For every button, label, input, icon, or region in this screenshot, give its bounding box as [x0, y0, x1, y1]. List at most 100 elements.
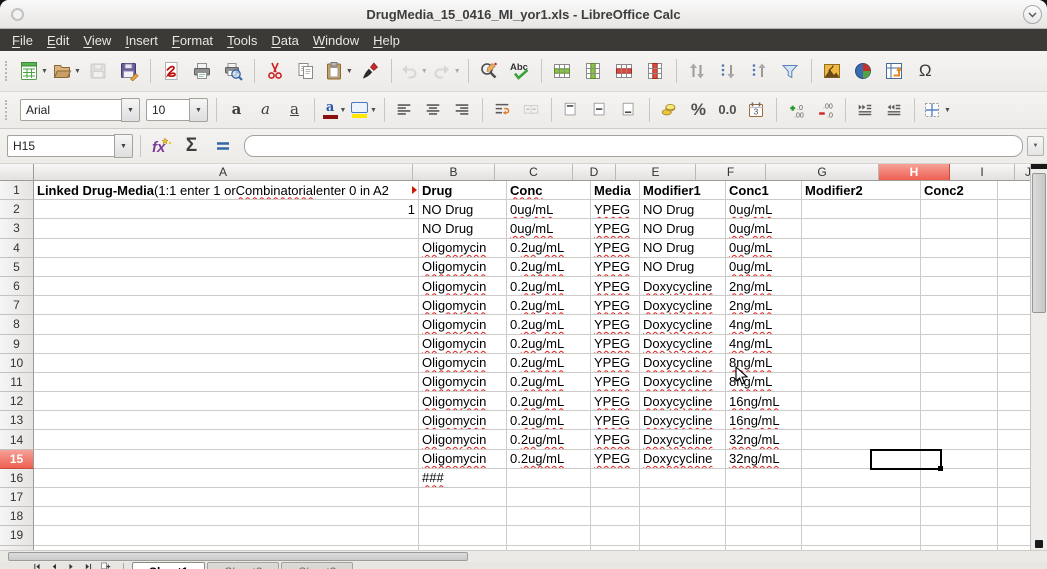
- cell-G7[interactable]: [802, 296, 921, 315]
- formula-input[interactable]: [244, 135, 1023, 157]
- cell-F5[interactable]: 0ug/mL: [726, 258, 802, 277]
- cell-G13[interactable]: [802, 411, 921, 430]
- cell-B4[interactable]: Oligomycin: [419, 239, 507, 258]
- cell-E6[interactable]: Doxycycline: [640, 277, 726, 296]
- cell-C8[interactable]: 0.2ug/mL: [507, 315, 591, 334]
- cell-H17[interactable]: [921, 488, 998, 507]
- next-sheet-button[interactable]: [64, 563, 81, 569]
- column-header-I[interactable]: I: [950, 164, 1015, 181]
- cell-I14[interactable]: [998, 430, 1030, 449]
- cell-F15[interactable]: 32ng/mL: [726, 450, 802, 469]
- cell-E11[interactable]: Doxycycline: [640, 373, 726, 392]
- cell-A11[interactable]: [34, 373, 419, 392]
- cell-F19[interactable]: [726, 526, 802, 545]
- name-box-input[interactable]: [7, 135, 114, 157]
- cell-A14[interactable]: [34, 430, 419, 449]
- increase-indent-button[interactable]: [851, 97, 880, 123]
- cell-F17[interactable]: [726, 488, 802, 507]
- cell-D18[interactable]: [591, 507, 640, 526]
- cell-C1[interactable]: Conc: [507, 181, 591, 200]
- row-header-8[interactable]: 8: [0, 315, 34, 334]
- cell-E1[interactable]: Modifier1: [640, 181, 726, 200]
- cell-A4[interactable]: [34, 239, 419, 258]
- cell-C2[interactable]: 0ug/mL: [507, 200, 591, 219]
- cell-F11[interactable]: 8ng/mL: [726, 373, 802, 392]
- cell-H4[interactable]: [921, 239, 998, 258]
- highlighting-color-button[interactable]: ▼: [349, 97, 379, 123]
- cell-H11[interactable]: [921, 373, 998, 392]
- cell-D11[interactable]: YPEG: [591, 373, 640, 392]
- cell-D13[interactable]: YPEG: [591, 411, 640, 430]
- cell-I9[interactable]: [998, 335, 1030, 354]
- center-vertically-button[interactable]: [586, 97, 615, 123]
- cell-I2[interactable]: [998, 200, 1030, 219]
- column-header-C[interactable]: C: [495, 164, 573, 181]
- cell-I16[interactable]: [998, 469, 1030, 488]
- column-header-B[interactable]: B: [413, 164, 495, 181]
- cell-G19[interactable]: [802, 526, 921, 545]
- pivot-table-button[interactable]: [879, 56, 910, 86]
- menu-tools[interactable]: Tools: [220, 31, 264, 50]
- sort-ascending-button[interactable]: [713, 56, 744, 86]
- align-bottom-button[interactable]: [615, 97, 644, 123]
- formula-button[interactable]: [207, 131, 238, 161]
- save-button[interactable]: [83, 56, 114, 86]
- cell-F6[interactable]: 2ng/mL: [726, 277, 802, 296]
- cell-E12[interactable]: Doxycycline: [640, 392, 726, 411]
- sheet-tab-sheet1[interactable]: Sheet1: [132, 562, 205, 569]
- row-header-7[interactable]: 7: [0, 296, 34, 315]
- sheet-tab-sheet2[interactable]: Sheet2: [207, 562, 279, 569]
- cell-E3[interactable]: NO Drug: [640, 219, 726, 238]
- cell-C10[interactable]: 0.2ug/mL: [507, 354, 591, 373]
- cell-E10[interactable]: Doxycycline: [640, 354, 726, 373]
- undo-button[interactable]: ▼: [397, 56, 430, 86]
- cell-B6[interactable]: Oligomycin: [419, 277, 507, 296]
- cell-C5[interactable]: 0.2ug/mL: [507, 258, 591, 277]
- cell-H18[interactable]: [921, 507, 998, 526]
- insert-column-button[interactable]: [578, 56, 609, 86]
- cell-C6[interactable]: 0.2ug/mL: [507, 277, 591, 296]
- cell-E17[interactable]: [640, 488, 726, 507]
- toolbar-grip[interactable]: [5, 61, 12, 81]
- cell-F16[interactable]: [726, 469, 802, 488]
- cell-A15[interactable]: [34, 450, 419, 469]
- cell-F3[interactable]: 0ug/mL: [726, 219, 802, 238]
- last-sheet-button[interactable]: [81, 563, 98, 569]
- delete-row-button[interactable]: [609, 56, 640, 86]
- align-right-button[interactable]: [448, 97, 477, 123]
- sort-descending-button[interactable]: [744, 56, 775, 86]
- paste-button[interactable]: ▼: [322, 56, 355, 86]
- cell-H7[interactable]: [921, 296, 998, 315]
- row-header-6[interactable]: 6: [0, 277, 34, 296]
- cell-I19[interactable]: [998, 526, 1030, 545]
- cell-F2[interactable]: 0ug/mL: [726, 200, 802, 219]
- cell-G9[interactable]: [802, 335, 921, 354]
- cell-D3[interactable]: YPEG: [591, 219, 640, 238]
- cell-I4[interactable]: [998, 239, 1030, 258]
- cell-A17[interactable]: [34, 488, 419, 507]
- cell-B14[interactable]: Oligomycin: [419, 430, 507, 449]
- cell-C19[interactable]: [507, 526, 591, 545]
- add-decimal-button[interactable]: .0.00: [782, 97, 811, 123]
- cell-G4[interactable]: [802, 239, 921, 258]
- cell-I5[interactable]: [998, 258, 1030, 277]
- cell-D2[interactable]: YPEG: [591, 200, 640, 219]
- row-header-14[interactable]: 14: [0, 430, 34, 449]
- cell-B16[interactable]: ###: [419, 469, 507, 488]
- cell-H15[interactable]: [921, 450, 998, 469]
- merge-cells-button[interactable]: [517, 97, 546, 123]
- column-header-E[interactable]: E: [616, 164, 696, 181]
- cell-A16[interactable]: [34, 469, 419, 488]
- font-color-button[interactable]: a▼: [320, 97, 349, 123]
- column-header-A[interactable]: A: [34, 164, 413, 181]
- cell-D14[interactable]: YPEG: [591, 430, 640, 449]
- cell-D4[interactable]: YPEG: [591, 239, 640, 258]
- align-center-button[interactable]: [419, 97, 448, 123]
- cell-D10[interactable]: YPEG: [591, 354, 640, 373]
- cell-I8[interactable]: [998, 315, 1030, 334]
- menu-data[interactable]: Data: [264, 31, 305, 50]
- cell-A1[interactable]: Linked Drug-Media (1:1 enter 1 or Combin…: [34, 181, 419, 200]
- percent-format-button[interactable]: %: [684, 97, 713, 123]
- borders-button[interactable]: ▼: [920, 97, 953, 123]
- cell-F1[interactable]: Conc1: [726, 181, 802, 200]
